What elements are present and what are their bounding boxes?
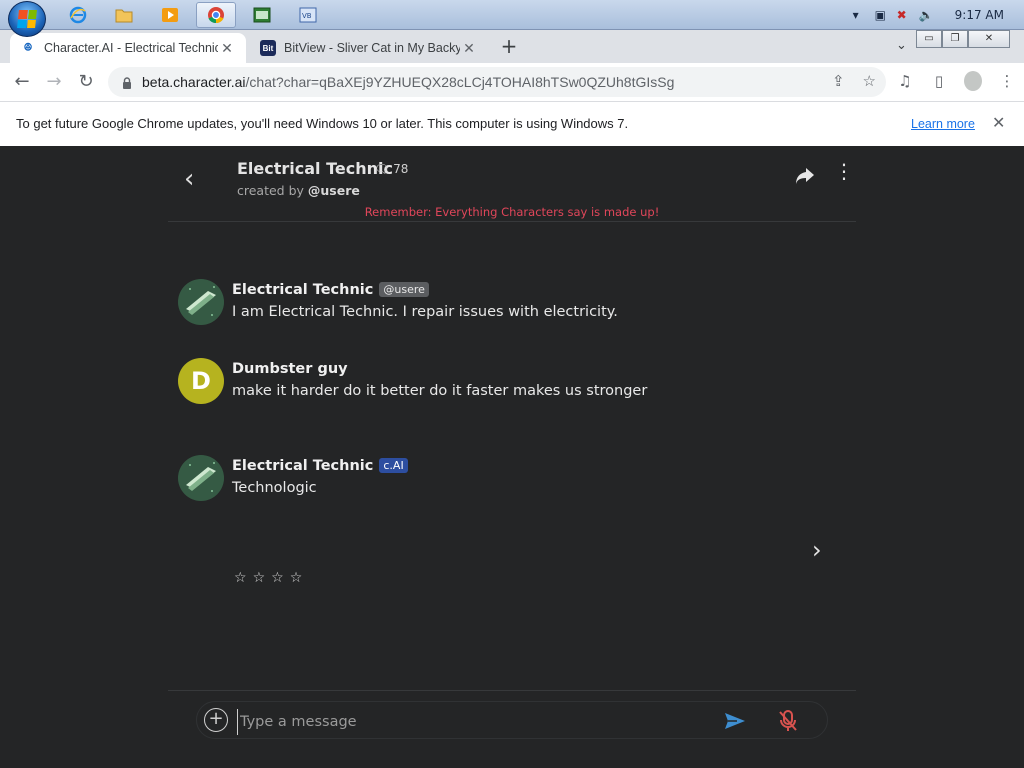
network-icon[interactable]: ▣ bbox=[875, 8, 889, 22]
back-arrow-icon[interactable]: ← bbox=[10, 71, 34, 95]
chat-menu-icon[interactable]: ⋮ bbox=[834, 161, 854, 181]
send-icon[interactable] bbox=[723, 709, 747, 737]
chevron-right-icon[interactable]: › bbox=[812, 536, 822, 564]
message-input[interactable] bbox=[237, 709, 713, 735]
close-infobar-icon[interactable]: ✕ bbox=[992, 113, 1005, 133]
rating-star-4[interactable]: ☆ bbox=[290, 570, 303, 586]
ie-icon[interactable] bbox=[58, 2, 98, 28]
character-avatar[interactable] bbox=[178, 455, 224, 501]
tab-search-icon[interactable]: ⌄ bbox=[896, 38, 907, 53]
message-text: Technologic bbox=[232, 480, 317, 496]
action-center-icon[interactable]: ✖ bbox=[897, 8, 911, 22]
terminal-icon[interactable] bbox=[242, 2, 282, 28]
media-player-icon[interactable] bbox=[150, 2, 190, 28]
tab-bitview[interactable]: Bit BitView - Sliver Cat in My Backya ✕ bbox=[250, 33, 488, 63]
maximize-button[interactable]: ❐ bbox=[942, 30, 968, 48]
close-window-button[interactable]: ✕ bbox=[968, 30, 1010, 48]
window-controls: ▭ ❐ ✕ bbox=[916, 30, 1010, 48]
vb-icon[interactable]: VB bbox=[288, 2, 328, 28]
url-host: beta.character.ai bbox=[142, 74, 246, 90]
chrome-icon[interactable] bbox=[196, 2, 236, 28]
folder-icon[interactable] bbox=[104, 2, 144, 28]
message-text: I am Electrical Technic. I repair issues… bbox=[232, 304, 618, 320]
close-tab-icon[interactable]: ✕ bbox=[218, 40, 236, 57]
cai-badge: c.AI bbox=[379, 458, 408, 473]
mic-off-icon[interactable] bbox=[777, 709, 799, 737]
minimize-button[interactable]: ▭ bbox=[916, 30, 942, 48]
reload-icon[interactable]: ↻ bbox=[74, 71, 98, 95]
chat-page: ‹ Electrical Technic 🗨 78 created by @us… bbox=[0, 146, 1024, 768]
composer-divider bbox=[168, 690, 856, 691]
browser-toolbar: ← → ↻ beta.character.ai/chat?char=qBaXEj… bbox=[0, 63, 1024, 101]
volume-icon[interactable]: 🔈 bbox=[919, 8, 934, 22]
clock[interactable]: 9:17 AM bbox=[955, 8, 1004, 22]
share-page-icon[interactable]: ⇪ bbox=[832, 72, 845, 90]
address-bar[interactable]: beta.character.ai/chat?char=qBaXEj9YZHUE… bbox=[108, 67, 886, 97]
side-panel-icon[interactable]: ▯ bbox=[930, 72, 948, 90]
tab-title: Character.AI - Electrical Technic bbox=[44, 41, 218, 55]
update-infobar: To get future Google Chrome updates, you… bbox=[0, 101, 1024, 146]
lock-icon[interactable] bbox=[122, 76, 132, 89]
chat-header: ‹ Electrical Technic 🗨 78 created by @us… bbox=[168, 146, 856, 222]
kebab-menu-icon[interactable]: ⋮ bbox=[998, 72, 1016, 90]
message-author: Electrical Technic c.AI bbox=[232, 458, 408, 474]
creator-link[interactable]: @usere bbox=[308, 183, 360, 198]
reminder-text: Remember: Everything Characters say is m… bbox=[364, 205, 660, 219]
learn-more-link[interactable]: Learn more bbox=[911, 117, 975, 131]
rating-star-2[interactable]: ☆ bbox=[253, 570, 266, 586]
share-arrow-icon[interactable] bbox=[795, 166, 815, 190]
forward-arrow-icon[interactable]: → bbox=[42, 71, 66, 95]
system-tray: ▾ ▣ ✖ 🔈 9:17 AM bbox=[853, 0, 1024, 30]
rating-star-3[interactable]: ☆ bbox=[271, 570, 284, 586]
character-name[interactable]: Electrical Technic bbox=[237, 159, 393, 178]
windows-start-icon[interactable] bbox=[8, 1, 46, 37]
creator-line: created by @usere bbox=[237, 183, 360, 198]
tray-expand-icon[interactable]: ▾ bbox=[853, 8, 867, 22]
creator-badge: @usere bbox=[379, 282, 429, 297]
character-avatar[interactable] bbox=[178, 279, 224, 325]
character-ai-favicon-icon: ꔮ bbox=[23, 41, 33, 54]
chat-count: 🗨 78 bbox=[374, 162, 409, 176]
media-queue-icon[interactable]: ♫ bbox=[896, 72, 914, 90]
chat-bubble-icon: 🗨 bbox=[374, 162, 390, 176]
bitview-favicon-icon: Bit bbox=[260, 40, 276, 56]
rating-star-1[interactable]: ☆ bbox=[234, 570, 247, 586]
svg-text:VB: VB bbox=[302, 12, 312, 20]
new-tab-button[interactable]: + bbox=[498, 36, 520, 58]
infobar-message: To get future Google Chrome updates, you… bbox=[16, 116, 629, 131]
star-bookmark-icon[interactable]: ☆ bbox=[863, 72, 876, 90]
back-chevron-icon[interactable]: ‹ bbox=[184, 164, 194, 194]
message-author: Electrical Technic @usere bbox=[232, 282, 429, 298]
message-author: Dumbster guy bbox=[232, 361, 348, 377]
user-avatar[interactable]: D bbox=[178, 358, 224, 404]
message-composer: + bbox=[196, 701, 828, 739]
rating-stars: ☆ ☆ ☆ ☆ bbox=[234, 570, 302, 586]
tab-character-ai[interactable]: ꔮ Character.AI - Electrical Technic ✕ bbox=[10, 33, 246, 63]
close-tab-icon[interactable]: ✕ bbox=[460, 40, 478, 57]
tab-title: BitView - Sliver Cat in My Backya bbox=[284, 41, 460, 55]
message-text: make it harder do it better do it faster… bbox=[232, 383, 648, 399]
plus-circle-icon[interactable]: + bbox=[204, 708, 228, 732]
profile-icon[interactable] bbox=[964, 71, 982, 91]
url-path: /chat?char=qBaXEj9YZHUEQX28cLCj4TOHAI8hT… bbox=[245, 74, 675, 90]
windows-taskbar: VB ▾ ▣ ✖ 🔈 9:17 AM bbox=[0, 0, 1024, 37]
